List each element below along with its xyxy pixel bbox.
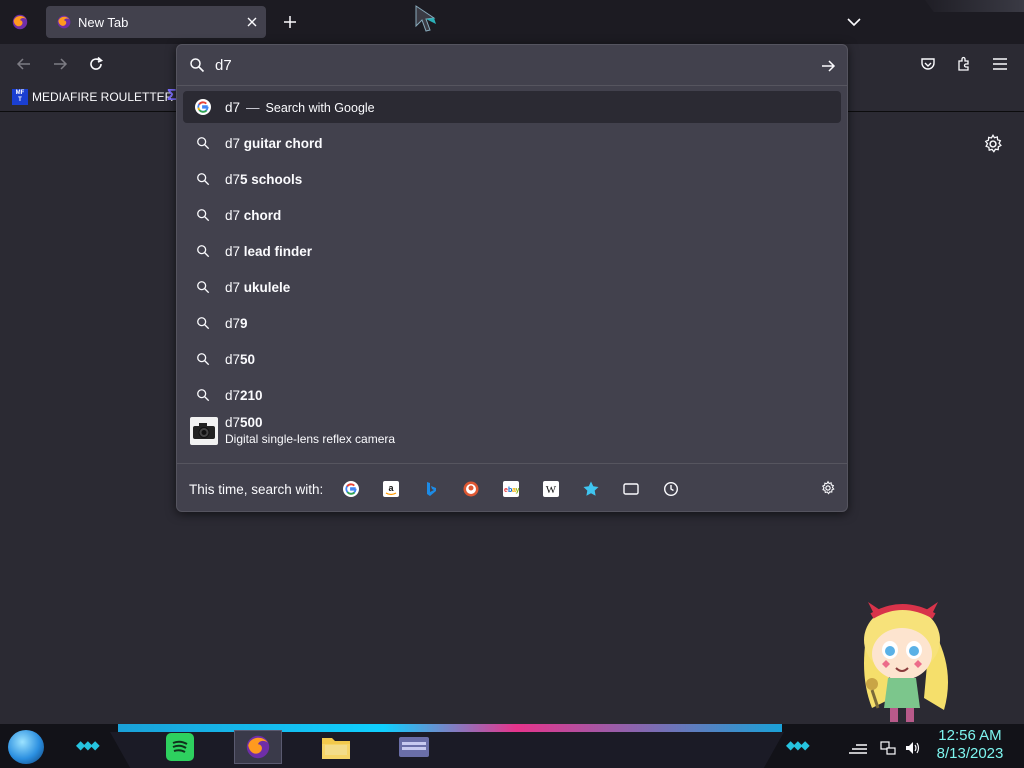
search-icon xyxy=(195,315,211,331)
suggestion-text: d75 schools xyxy=(225,171,303,187)
forward-button[interactable] xyxy=(48,52,72,76)
menu-icon[interactable] xyxy=(988,52,1012,76)
bookmark-mediafire-rouletter[interactable]: MF T MEDIAFIRE ROULETTER xyxy=(12,89,173,105)
urlbar-popup: d7—Search with Google d7 guitar chord d7… xyxy=(176,44,848,512)
firefox-icon xyxy=(57,15,71,29)
pocket-icon[interactable] xyxy=(916,52,940,76)
bing-icon[interactable] xyxy=(419,477,443,501)
camera-thumbnail-icon xyxy=(190,417,218,445)
search-suggestion[interactable]: d7210 xyxy=(183,377,841,413)
wikipedia-icon[interactable]: W xyxy=(539,477,563,501)
extensions-icon[interactable] xyxy=(952,52,976,76)
svg-text:y: y xyxy=(516,487,520,494)
taskbar-frame xyxy=(110,732,784,768)
suggestion-text: d79 xyxy=(225,315,248,331)
bookmarks-icon[interactable] xyxy=(579,477,603,501)
search-suggestion[interactable]: d79 xyxy=(183,305,841,341)
search-icon xyxy=(195,207,211,223)
app-window-icon xyxy=(399,737,429,757)
clock-time: 12:56 AM xyxy=(938,727,1002,744)
one-off-search-buttons: This time, search with: a ebay W xyxy=(189,475,839,503)
urlbar[interactable] xyxy=(177,45,847,85)
urlbar-results: d7— Search with Google d7 guitar chord d7… xyxy=(183,91,841,455)
ebay-icon[interactable]: ebay xyxy=(499,477,523,501)
history-icon[interactable] xyxy=(659,477,683,501)
search-suggestion[interactable]: d7 lead finder xyxy=(183,233,841,269)
search-icon xyxy=(195,171,211,187)
suggestion-text: d750 xyxy=(225,351,256,367)
network-icon[interactable] xyxy=(878,738,898,758)
page-settings-gear-icon[interactable] xyxy=(982,133,1004,155)
suggestion-text: d7 lead finder xyxy=(225,243,313,259)
svg-text:W: W xyxy=(546,484,557,496)
suggestion-text: d7210 xyxy=(225,387,263,403)
clock-date: 8/13/2023 xyxy=(936,745,1004,762)
mediafire-icon: MF T xyxy=(12,89,28,105)
search-suggestion[interactable]: d7 guitar chord xyxy=(183,125,841,161)
new-tab-button[interactable] xyxy=(278,10,302,34)
search-icon xyxy=(195,279,211,295)
tabs-icon[interactable] xyxy=(619,477,643,501)
folder-icon xyxy=(322,738,350,759)
reload-button[interactable] xyxy=(84,52,108,76)
taskbar-app-window[interactable] xyxy=(390,730,438,764)
search-icon xyxy=(195,351,211,367)
urlbar-input[interactable] xyxy=(215,55,795,75)
one-off-label: This time, search with: xyxy=(189,481,324,497)
duckduckgo-icon[interactable] xyxy=(459,477,483,501)
start-button[interactable] xyxy=(8,730,44,764)
search-icon xyxy=(190,58,205,73)
search-settings-gear-icon[interactable] xyxy=(817,477,839,499)
taskbar-clock[interactable]: 12:56 AM 8/13/2023 xyxy=(922,727,1018,763)
spotify-icon xyxy=(166,733,194,761)
suggestion-text: d7 chord xyxy=(225,207,282,223)
list-all-tabs-button[interactable] xyxy=(842,10,866,34)
firefox-icon xyxy=(246,735,270,759)
google-icon xyxy=(195,99,211,115)
taskbar-app-file-explorer[interactable] xyxy=(312,730,360,764)
cartoon-character-image xyxy=(864,602,948,722)
firefox-icon[interactable] xyxy=(11,13,29,31)
bookmark-label: MEDIAFIRE ROULETTER xyxy=(32,90,174,104)
taskbar-app-spotify[interactable] xyxy=(156,730,204,764)
amazon-icon[interactable]: a xyxy=(379,477,403,501)
rich-suggestion-title: d7500 xyxy=(225,415,263,430)
search-icon xyxy=(195,387,211,403)
result-text: d7— Search with Google xyxy=(225,99,375,115)
search-icon xyxy=(195,243,211,259)
close-icon[interactable] xyxy=(240,10,264,34)
go-arrow-button[interactable] xyxy=(817,55,839,77)
search-suggestion[interactable]: d7 ukulele xyxy=(183,269,841,305)
back-button[interactable] xyxy=(12,52,36,76)
suggestion-text: d7 guitar chord xyxy=(225,135,323,151)
chevrons-decoration-right: ◆◆◆ xyxy=(786,738,810,752)
titlebar-decoration xyxy=(925,0,1024,12)
tab-strip: New Tab xyxy=(0,0,1024,44)
search-suggestion[interactable]: d7 chord xyxy=(183,197,841,233)
rich-suggestion[interactable]: d7500 Digital single-lens reflex camera xyxy=(183,413,841,455)
chevrons-decoration-left: ◆◆◆ xyxy=(76,738,100,752)
suggestion-text: d7 ukulele xyxy=(225,279,291,295)
tray-overflow-icon[interactable] xyxy=(848,738,868,758)
search-suggestion[interactable]: d75 schools xyxy=(183,161,841,197)
rich-suggestion-description: Digital single-lens reflex camera xyxy=(225,432,396,446)
one-off-divider xyxy=(177,463,847,464)
taskbar-accent-strip xyxy=(118,724,782,732)
google-icon[interactable] xyxy=(339,477,363,501)
urlbar-divider xyxy=(177,85,847,86)
heuristic-result[interactable]: d7— Search with Google xyxy=(183,91,841,123)
search-icon xyxy=(195,135,211,151)
cursor-icon xyxy=(415,5,436,32)
tab-title: New Tab xyxy=(78,14,129,30)
taskbar-app-firefox[interactable] xyxy=(234,730,282,764)
tab-new-tab[interactable]: New Tab xyxy=(46,6,266,38)
volume-icon[interactable] xyxy=(902,738,922,758)
search-suggestion[interactable]: d750 xyxy=(183,341,841,377)
